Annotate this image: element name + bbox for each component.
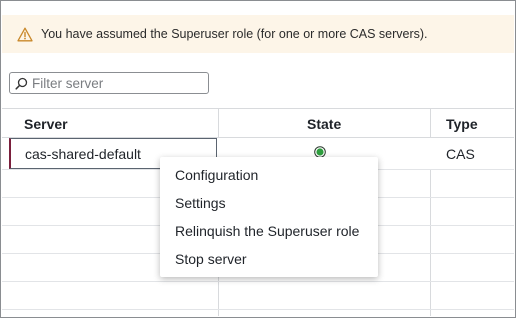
column-header-type[interactable]: Type [446, 116, 478, 132]
column-header-state[interactable]: State [307, 116, 341, 132]
column-header-server[interactable]: Server [24, 116, 68, 132]
banner-message: You have assumed the Superuser role (for… [41, 27, 428, 41]
search-icon [15, 77, 28, 90]
warning-icon [17, 27, 33, 41]
filter-server-input[interactable] [32, 75, 202, 91]
menu-item-settings[interactable]: Settings [160, 191, 378, 219]
table-header: Server State Type [2, 108, 514, 138]
server-panel: You have assumed the Superuser role (for… [0, 0, 516, 318]
filter-server-field[interactable] [9, 72, 209, 94]
server-name: cas-shared-default [25, 145, 141, 162]
server-context-menu: Configuration Settings Relinquish the Su… [160, 157, 378, 277]
table-row [2, 282, 514, 310]
menu-item-stop-server[interactable]: Stop server [160, 247, 378, 275]
menu-item-relinquish-superuser[interactable]: Relinquish the Superuser role [160, 219, 378, 247]
superuser-warning-banner: You have assumed the Superuser role (for… [2, 15, 514, 53]
server-type: CAS [446, 146, 475, 162]
menu-item-configuration[interactable]: Configuration [160, 163, 378, 191]
